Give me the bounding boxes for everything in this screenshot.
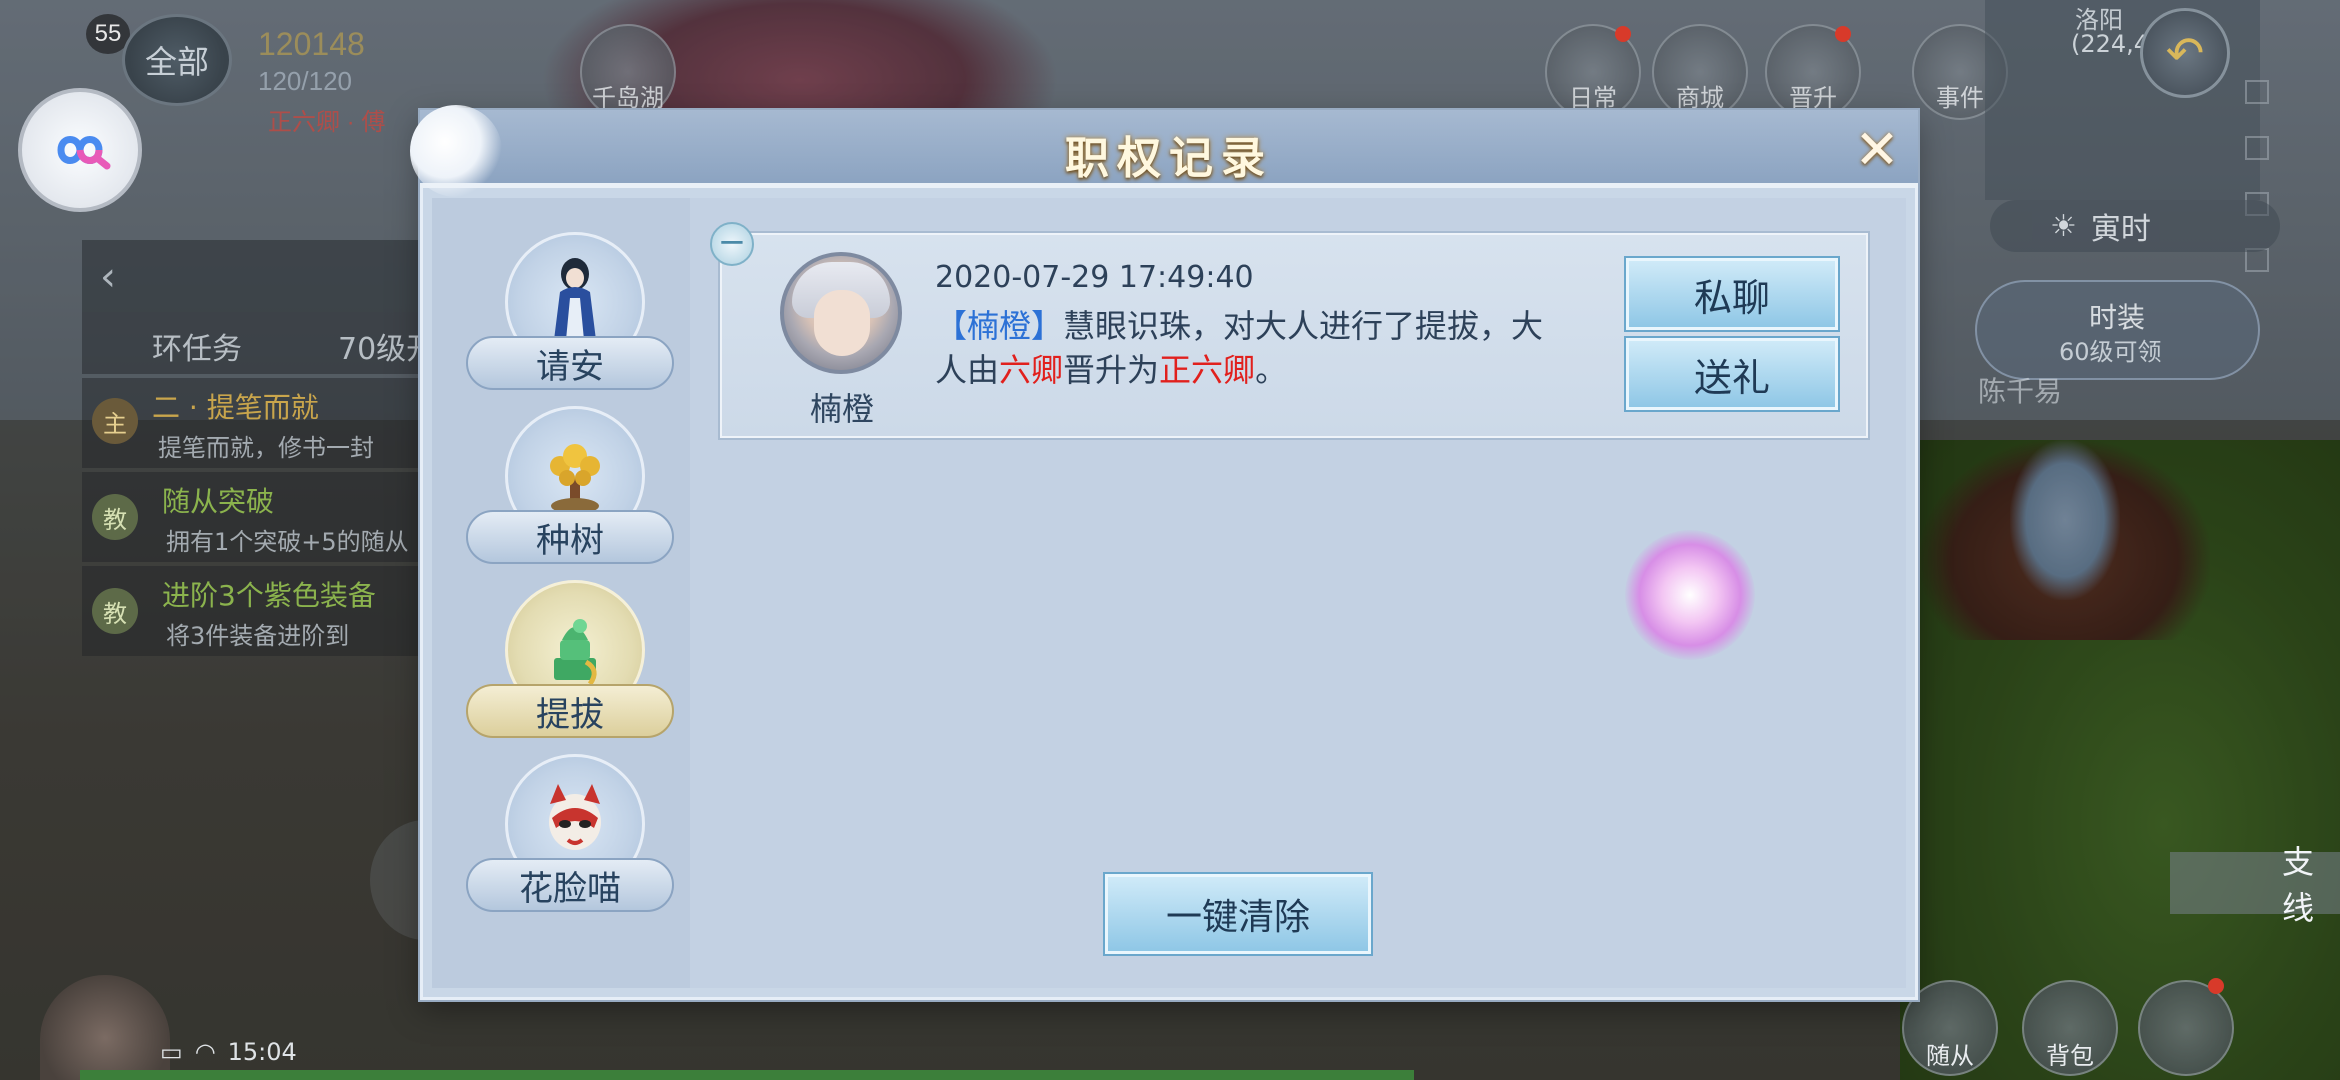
quest-title: 环任务 bbox=[152, 332, 242, 367]
close-icon[interactable]: ✕ bbox=[1848, 123, 1906, 177]
return-arrow-icon[interactable]: ↶ bbox=[2140, 8, 2230, 98]
tutorial-badge: 教 bbox=[92, 588, 138, 634]
quest-title: 随从突破 bbox=[162, 485, 275, 518]
msg-bracket-close: 】 bbox=[1031, 307, 1064, 345]
branch-quest-button[interactable]: 支线 bbox=[2170, 843, 2340, 927]
all-channel-button[interactable]: 全部 bbox=[122, 14, 232, 106]
tutorial-badge: 教 bbox=[92, 494, 138, 540]
tab-label: 提拔 bbox=[466, 684, 674, 738]
msg-text: 晋升为 bbox=[1063, 351, 1160, 389]
quest-tracker-tabs: ‹ bbox=[82, 240, 422, 312]
experience-bar bbox=[80, 1070, 1414, 1080]
main-quest-badge: 主 bbox=[92, 398, 138, 444]
msg-player-name[interactable]: 楠橙 bbox=[967, 307, 1031, 345]
avatar[interactable] bbox=[780, 252, 902, 374]
skill-button[interactable] bbox=[2138, 980, 2234, 1076]
top-icon-label: 日常 bbox=[1569, 84, 1617, 112]
dialog-title: 职权记录 bbox=[1065, 133, 1273, 184]
battery-icon: ▭ bbox=[160, 1038, 183, 1066]
avatar-face bbox=[814, 290, 870, 356]
fashion-title: 时装 bbox=[2089, 301, 2146, 334]
collapse-minus-icon[interactable]: − bbox=[710, 222, 754, 266]
msg-from-rank: 六卿 bbox=[999, 351, 1064, 389]
tab-greet[interactable]: 请安 bbox=[460, 232, 680, 402]
quest-desc: 将3件装备进阶到 bbox=[166, 622, 350, 650]
player-rank: 正六卿 · 傅 bbox=[268, 109, 386, 136]
combat-power: 120148 bbox=[258, 26, 365, 62]
bottom-button-label: 背包 bbox=[2046, 1042, 2094, 1070]
quest-title: 二 · 提笔而就 bbox=[152, 391, 319, 424]
notification-dot bbox=[1615, 26, 1631, 42]
npc-name-label: 陈千易 bbox=[1978, 375, 2063, 408]
wifi-icon: ◠ bbox=[194, 1038, 216, 1066]
floating-assistant-icon[interactable] bbox=[18, 88, 142, 212]
collapse-left-icon[interactable]: ‹ bbox=[100, 254, 116, 300]
tab-promote[interactable]: 提拔 bbox=[460, 580, 680, 750]
minimap-coordinates: (224,4 bbox=[2071, 30, 2150, 58]
sun-icon: ☀ bbox=[2050, 208, 2077, 244]
tab-label: 花脸喵 bbox=[466, 858, 674, 912]
quest-title: 进阶3个紫色装备 bbox=[162, 579, 376, 612]
list-item[interactable] bbox=[2245, 136, 2269, 160]
record-timestamp: 2020-07-29 17:49:40 bbox=[935, 260, 1254, 295]
msg-to-rank: 正六卿 bbox=[1159, 351, 1256, 389]
clock-time: 15:04 bbox=[227, 1038, 297, 1066]
msg-bracket-open: 【 bbox=[935, 307, 968, 345]
fashion-reward-button[interactable]: 时装 60级可领 bbox=[1975, 280, 2260, 380]
device-status-bar: ▭ ◠ 15:04 bbox=[160, 1030, 360, 1074]
tab-label: 种树 bbox=[466, 510, 674, 564]
clear-all-button[interactable]: 一键清除 bbox=[1105, 874, 1371, 954]
notification-dot bbox=[1835, 26, 1851, 42]
private-chat-button[interactable]: 私聊 bbox=[1626, 258, 1838, 330]
infinity-logo-icon bbox=[57, 136, 111, 170]
tab-label: 请安 bbox=[466, 336, 674, 390]
notification-dot bbox=[2208, 978, 2224, 994]
quest-desc: 提笔而就，修书一封 bbox=[158, 434, 374, 462]
record-player-name: 楠橙 bbox=[809, 390, 874, 428]
msg-text: 。 bbox=[1255, 351, 1288, 389]
opera-mask-cat-icon bbox=[549, 784, 601, 850]
jade-seal-icon bbox=[554, 619, 597, 686]
time-of-day-indicator: ☀ 寅时 bbox=[1990, 200, 2280, 252]
tab-plant-tree[interactable]: 种树 bbox=[460, 406, 680, 576]
list-item[interactable] bbox=[2245, 80, 2269, 104]
player-hp: 120/120 bbox=[258, 66, 352, 96]
bottom-button-label: 随从 bbox=[1926, 1042, 1974, 1070]
glowing-orb-effect bbox=[1625, 530, 1755, 660]
top-icon-label: 晋升 bbox=[1789, 84, 1837, 112]
tab-opera-cat[interactable]: 花脸喵 bbox=[460, 754, 680, 924]
minimap-side-list bbox=[2245, 80, 2275, 304]
money-tree-icon bbox=[550, 444, 600, 514]
top-icon-label: 商城 bbox=[1676, 84, 1724, 112]
top-icon-label: 千岛湖 bbox=[592, 84, 664, 112]
kneeling-official-icon bbox=[554, 258, 596, 340]
time-of-day-label: 寅时 bbox=[2090, 212, 2151, 247]
send-gift-button[interactable]: 送礼 bbox=[1626, 338, 1838, 410]
fashion-sub: 60级可领 bbox=[2059, 338, 2162, 366]
record-message: 【楠橙】慧眼识珠，对大人进行了提拔，大人由六卿晋升为正六卿。 bbox=[935, 304, 1575, 392]
quest-desc: 拥有1个突破+5的随从 bbox=[166, 528, 409, 556]
